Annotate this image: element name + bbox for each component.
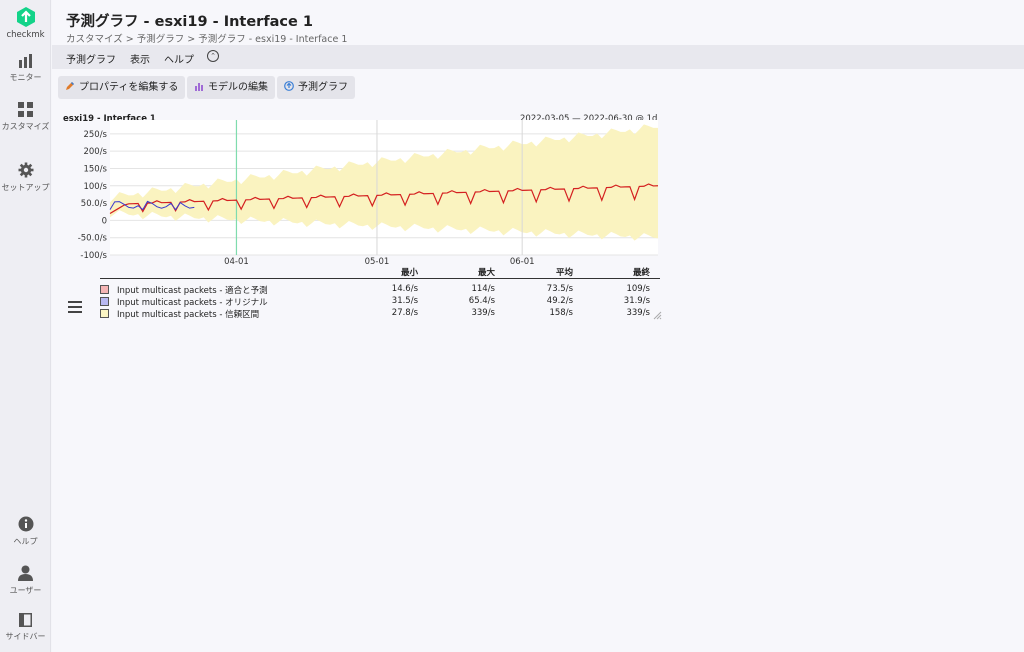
legend-row[interactable]: Input multicast packets - オリジナル 31.5/s 6… bbox=[100, 295, 660, 308]
sidebar: checkmk モニター カスタマイズ セットアップ ヘルプ ユーザー サイドバ… bbox=[0, 0, 51, 652]
breadcrumb[interactable]: カスタマイズ > 予測グラフ > 予測グラフ - esxi19 - Interf… bbox=[66, 31, 347, 45]
y-tick-label: 200/s bbox=[83, 147, 107, 157]
sidebar-item-label: ユーザー bbox=[9, 586, 42, 595]
sidebar-item-monitor[interactable]: モニター bbox=[0, 54, 51, 83]
forecast-icon bbox=[284, 81, 294, 91]
forecast-chart[interactable]: 250/s 200/s 150/s 100/s 50.0/s 0 -50.0/s -100/s… bbox=[52, 120, 662, 265]
menu-bar: 予測グラフ 表示 ヘルプ ⌃ bbox=[52, 45, 1024, 69]
legend-header-avg: 平均 bbox=[555, 268, 573, 278]
y-tick-label: 150/s bbox=[83, 164, 107, 174]
model-chart-icon bbox=[195, 83, 203, 91]
legend-row[interactable]: Input multicast packets - 適合と予測 14.6/s 1… bbox=[100, 283, 660, 296]
pencil-icon bbox=[66, 82, 74, 90]
forecast-graph-button[interactable]: 予測グラフ bbox=[277, 76, 355, 99]
legend-max: 114/s bbox=[471, 284, 495, 294]
resize-handle-icon[interactable] bbox=[653, 311, 662, 320]
sidebar-item-customize[interactable]: カスタマイズ bbox=[0, 102, 51, 132]
menu-display[interactable]: 表示 bbox=[130, 51, 150, 66]
menu-help[interactable]: ヘルプ bbox=[164, 51, 194, 66]
y-tick-label: 250/s bbox=[83, 130, 107, 140]
legend-series-name: Input multicast packets - 信頼区間 bbox=[117, 310, 260, 320]
graph-menu-icon[interactable] bbox=[68, 301, 82, 313]
checkmk-logo-icon bbox=[16, 7, 35, 27]
legend-header-last: 最終 bbox=[632, 268, 650, 278]
main-content: 予測グラフ - esxi19 - Interface 1 カスタマイズ > 予測… bbox=[52, 0, 1024, 652]
y-tick-label: -100/s bbox=[80, 251, 107, 261]
edit-properties-button[interactable]: プロパティを編集する bbox=[58, 76, 186, 99]
page-title: 予測グラフ - esxi19 - Interface 1 bbox=[66, 14, 313, 30]
sidebar-item-label: セットアップ bbox=[1, 183, 50, 192]
sidebar-item-label: サイドバー bbox=[5, 632, 46, 641]
legend-min: 27.8/s bbox=[391, 308, 418, 318]
legend-last: 31.9/s bbox=[623, 296, 650, 306]
forecast-graph-label: 予測グラフ bbox=[298, 82, 348, 93]
y-tick-label: 50.0/s bbox=[81, 199, 108, 209]
legend-max: 65.4/s bbox=[468, 296, 495, 306]
legend-swatch bbox=[100, 285, 109, 294]
collapse-menu-button[interactable]: ⌃ bbox=[207, 50, 219, 62]
legend-avg: 73.5/s bbox=[546, 284, 573, 294]
legend-swatch bbox=[100, 309, 109, 318]
checkmk-logo[interactable]: checkmk bbox=[0, 6, 51, 41]
edit-properties-label: プロパティを編集する bbox=[79, 82, 179, 93]
legend-min: 14.6/s bbox=[391, 284, 418, 294]
legend-min: 31.5/s bbox=[391, 296, 418, 306]
legend-swatch bbox=[100, 297, 109, 306]
gear-icon bbox=[18, 162, 33, 178]
legend-max: 339/s bbox=[471, 308, 495, 318]
legend-last: 339/s bbox=[626, 308, 650, 318]
logo-label: checkmk bbox=[6, 30, 45, 40]
legend-row[interactable]: Input multicast packets - 信頼区間 27.8/s 33… bbox=[100, 307, 660, 320]
legend-header-max: 最大 bbox=[477, 268, 495, 278]
legend-header-min: 最小 bbox=[400, 268, 418, 278]
bar-chart-icon bbox=[18, 54, 32, 68]
legend-header: 最小 最大 平均 最終 bbox=[100, 263, 660, 279]
sidebar-item-sidebar-toggle[interactable]: サイドバー bbox=[0, 613, 51, 642]
sidebar-item-help[interactable]: ヘルプ bbox=[0, 516, 51, 547]
user-icon bbox=[18, 565, 33, 581]
sidebar-item-label: カスタマイズ bbox=[1, 122, 50, 131]
legend-last: 109/s bbox=[626, 284, 650, 294]
sidebar-item-setup[interactable]: セットアップ bbox=[0, 162, 51, 193]
edit-model-button[interactable]: モデルの編集 bbox=[187, 76, 275, 99]
sidebar-toggle-icon bbox=[19, 613, 32, 627]
grid-icon bbox=[18, 102, 33, 117]
sidebar-item-label: モニター bbox=[9, 73, 42, 82]
y-tick-label: 0 bbox=[102, 216, 107, 226]
info-icon bbox=[18, 516, 33, 532]
sidebar-item-label: ヘルプ bbox=[13, 537, 38, 546]
sidebar-item-user[interactable]: ユーザー bbox=[0, 565, 51, 596]
y-tick-label: -50.0/s bbox=[78, 234, 108, 244]
menu-forecast-graph[interactable]: 予測グラフ bbox=[66, 51, 116, 66]
y-tick-label: 100/s bbox=[83, 182, 107, 192]
edit-model-label: モデルの編集 bbox=[208, 82, 268, 93]
legend-avg: 49.2/s bbox=[546, 296, 573, 306]
legend-avg: 158/s bbox=[549, 308, 573, 318]
